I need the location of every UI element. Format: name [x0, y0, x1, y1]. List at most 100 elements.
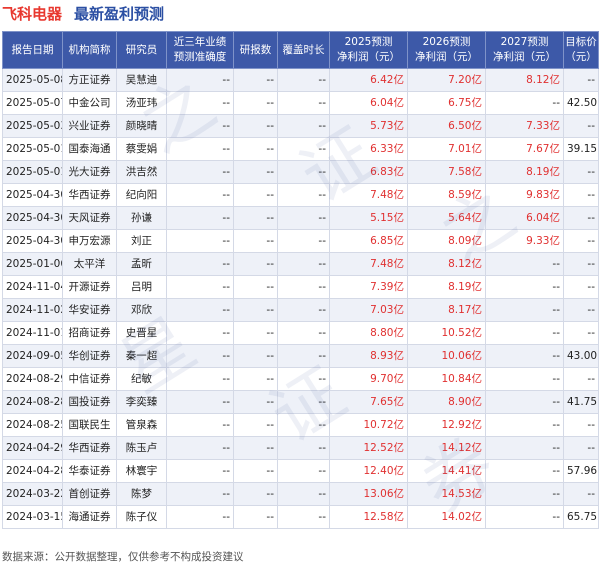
table-row[interactable]: 2024-08-28 国投证券 李奕臻 -- -- -- 7.65亿 8.90亿 -- 41.75	[2, 390, 599, 414]
table-row[interactable]: 2025-01-06 太平洋 孟昕 -- -- -- 7.48亿 8.12亿 -- --	[2, 252, 599, 276]
cell-accuracy: --	[166, 459, 234, 483]
cell-analyst: 吴慧迪	[116, 68, 167, 92]
table-row[interactable]: 2024-03-15 海通证券 陈子仪 -- -- -- 12.58亿 14.02亿 -- 65.…	[2, 505, 599, 529]
table-row[interactable]: 2024-11-02 华安证券 邓欣 -- -- -- 7.03亿 8.17亿 -- --	[2, 298, 599, 322]
table-row[interactable]: 2024-11-04 开源证券 吕明 -- -- -- 7.39亿 8.19亿 -- --	[2, 275, 599, 299]
cell-target-price: --	[563, 206, 599, 230]
cell-2026-profit: 14.12亿	[407, 436, 486, 460]
header-accuracy[interactable]: 近三年业绩 预测准确度	[166, 31, 234, 69]
cell-report-date: 2025-05-01	[2, 160, 63, 184]
table-row[interactable]: 2025-04-30 天风证券 孙谦 -- -- -- 5.15亿 5.64亿 6.04亿 --	[2, 206, 599, 230]
header-analyst[interactable]: 研究员	[116, 31, 167, 69]
cell-coverage-duration: --	[277, 229, 330, 253]
cell-coverage-duration: --	[277, 183, 330, 207]
table-row[interactable]: 2025-05-01 光大证券 洪吉然 -- -- -- 6.83亿 7.58亿 8.19亿 --	[2, 160, 599, 184]
cell-2026-profit: 8.12亿	[407, 252, 486, 276]
cell-report-count: --	[233, 482, 278, 506]
table-row[interactable]: 2025-04-30 申万宏源 刘正 -- -- -- 6.85亿 8.09亿 9.33亿 --	[2, 229, 599, 253]
cell-2025-profit: 12.40亿	[329, 459, 408, 483]
cell-accuracy: --	[166, 482, 234, 506]
table-body: 2025-05-08 方正证券 吴慧迪 -- -- -- 6.42亿 7.20亿 8.12亿 --…	[2, 68, 599, 529]
table-row[interactable]: 2024-03-22 首创证券 陈梦 -- -- -- 13.06亿 14.53亿 -- --	[2, 482, 599, 506]
cell-report-date: 2025-05-03	[2, 114, 63, 138]
table-row[interactable]: 2025-05-07 中金公司 汤亚玮 -- -- -- 6.04亿 6.75亿 -- 42.50	[2, 91, 599, 115]
cell-report-count: --	[233, 367, 278, 391]
cell-report-count: --	[233, 298, 278, 322]
cell-2025-profit: 6.85亿	[329, 229, 408, 253]
cell-analyst: 秦一超	[116, 344, 167, 368]
table-row[interactable]: 2025-05-08 方正证券 吴慧迪 -- -- -- 6.42亿 7.20亿 8.12亿 --	[2, 68, 599, 92]
cell-institution: 方正证券	[62, 68, 117, 92]
header-report-count[interactable]: 研报数	[233, 31, 278, 69]
cell-2025-profit: 7.03亿	[329, 298, 408, 322]
cell-analyst: 洪吉然	[116, 160, 167, 184]
cell-2025-profit: 7.48亿	[329, 252, 408, 276]
table-row[interactable]: 2025-04-30 华西证券 纪向阳 -- -- -- 7.48亿 8.59亿 9.83亿 --	[2, 183, 599, 207]
header-report-date[interactable]: 报告日期	[2, 31, 63, 69]
table-row[interactable]: 2025-05-01 国泰海通 蔡雯娟 -- -- -- 6.33亿 7.01亿 7.67亿 39…	[2, 137, 599, 161]
cell-institution: 光大证券	[62, 160, 117, 184]
cell-report-date: 2024-11-02	[2, 298, 63, 322]
cell-target-price: 41.75	[563, 390, 599, 414]
table-row[interactable]: 2025-05-03 兴业证券 颜晓晴 -- -- -- 5.73亿 6.50亿 7.33亿 --	[2, 114, 599, 138]
header-target-price[interactable]: 目标价 （元）	[563, 31, 599, 69]
cell-2026-profit: 7.01亿	[407, 137, 486, 161]
cell-accuracy: --	[166, 321, 234, 345]
cell-coverage-duration: --	[277, 321, 330, 345]
title-bar: 飞科电器 最新盈利预测	[0, 0, 600, 26]
cell-2027-profit: 8.19亿	[485, 160, 564, 184]
cell-2025-profit: 6.04亿	[329, 91, 408, 115]
cell-coverage-duration: --	[277, 413, 330, 437]
cell-coverage-duration: --	[277, 114, 330, 138]
cell-report-date: 2025-04-30	[2, 229, 63, 253]
cell-2025-profit: 7.48亿	[329, 183, 408, 207]
table-row[interactable]: 2024-04-28 华泰证券 林寰宇 -- -- -- 12.40亿 14.41亿 -- 57.…	[2, 459, 599, 483]
cell-target-price: --	[563, 367, 599, 391]
cell-target-price: 42.50	[563, 91, 599, 115]
cell-2026-profit: 8.19亿	[407, 275, 486, 299]
cell-analyst: 林寰宇	[116, 459, 167, 483]
cell-2027-profit: --	[485, 436, 564, 460]
cell-institution: 兴业证券	[62, 114, 117, 138]
cell-institution: 海通证券	[62, 505, 117, 529]
cell-2025-profit: 12.52亿	[329, 436, 408, 460]
cell-2026-profit: 6.75亿	[407, 91, 486, 115]
cell-analyst: 管泉森	[116, 413, 167, 437]
cell-report-count: --	[233, 275, 278, 299]
table-row[interactable]: 2024-09-05 华创证券 秦一超 -- -- -- 8.93亿 10.06亿 -- 43.0…	[2, 344, 599, 368]
cell-accuracy: --	[166, 114, 234, 138]
cell-analyst: 陈梦	[116, 482, 167, 506]
header-2025-profit[interactable]: 2025预测 净利润（元）	[329, 31, 408, 69]
header-2027-profit[interactable]: 2027预测 净利润（元）	[485, 31, 564, 69]
cell-accuracy: --	[166, 367, 234, 391]
cell-report-count: --	[233, 91, 278, 115]
cell-target-price: 57.96	[563, 459, 599, 483]
cell-2025-profit: 10.72亿	[329, 413, 408, 437]
cell-report-date: 2024-03-15	[2, 505, 63, 529]
table-row[interactable]: 2024-11-01 招商证券 史晋星 -- -- -- 8.80亿 10.52亿 -- --	[2, 321, 599, 345]
table-row[interactable]: 2024-08-29 中信证券 纪敏 -- -- -- 9.70亿 10.84亿 -- --	[2, 367, 599, 391]
cell-coverage-duration: --	[277, 252, 330, 276]
cell-report-date: 2025-05-07	[2, 91, 63, 115]
cell-accuracy: --	[166, 229, 234, 253]
table-row[interactable]: 2024-08-25 国联民生 管泉森 -- -- -- 10.72亿 12.92亿 -- --	[2, 413, 599, 437]
table-row[interactable]: 2024-04-29 华西证券 陈玉卢 -- -- -- 12.52亿 14.12亿 -- --	[2, 436, 599, 460]
cell-report-count: --	[233, 206, 278, 230]
cell-analyst: 李奕臻	[116, 390, 167, 414]
cell-analyst: 刘正	[116, 229, 167, 253]
cell-2026-profit: 12.92亿	[407, 413, 486, 437]
cell-accuracy: --	[166, 68, 234, 92]
cell-2026-profit: 10.84亿	[407, 367, 486, 391]
cell-report-count: --	[233, 68, 278, 92]
header-institution[interactable]: 机构简称	[62, 31, 117, 69]
forecast-table-container: 报告日期 机构简称 研究员 近三年业绩 预测准确度 研报数 覆盖时长 2025预测…	[2, 31, 599, 529]
data-source-note: 数据来源：公开数据整理，仅供参考不构成投资建议	[2, 551, 244, 563]
cell-2025-profit: 6.42亿	[329, 68, 408, 92]
cell-target-price: --	[563, 298, 599, 322]
cell-coverage-duration: --	[277, 68, 330, 92]
cell-analyst: 邓欣	[116, 298, 167, 322]
header-2026-profit[interactable]: 2026预测 净利润（元）	[407, 31, 486, 69]
cell-institution: 华创证券	[62, 344, 117, 368]
forecast-table: 报告日期 机构简称 研究员 近三年业绩 预测准确度 研报数 覆盖时长 2025预测…	[2, 31, 599, 529]
header-coverage-duration[interactable]: 覆盖时长	[277, 31, 330, 69]
